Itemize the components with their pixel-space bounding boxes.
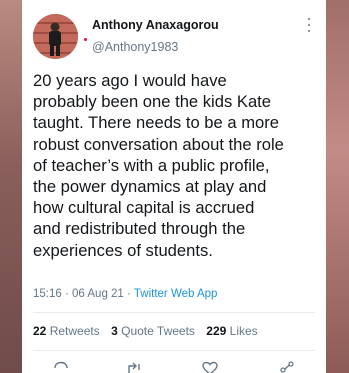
meta-separator: · — [64, 288, 69, 300]
meta-separator: · — [127, 288, 131, 300]
avatar[interactable] — [33, 14, 78, 59]
quotes-stat[interactable]: 3 Quote Tweets — [111, 324, 195, 338]
likes-label: Likes — [229, 324, 258, 338]
reply-icon[interactable] — [52, 361, 70, 373]
likes-stat[interactable]: 229 Likes — [206, 324, 257, 338]
tweet-date: 06 Aug 21 — [72, 288, 124, 300]
divider — [33, 350, 315, 351]
tweet-line: probably been one the kids Kate — [33, 92, 272, 112]
tweet-line: the power dynamics at play and — [33, 177, 267, 197]
likes-count: 229 — [206, 324, 227, 338]
tweet-line: of teacher’s with a public profile, — [33, 155, 270, 175]
tweet-source[interactable]: Twitter Web App — [134, 288, 218, 300]
quotes-label: Quote Tweets — [121, 324, 195, 338]
background-right — [326, 0, 349, 373]
tweet-text: 20 years ago I would have probably been … — [33, 70, 319, 261]
retweets-stat[interactable]: 22 Retweets — [33, 324, 100, 338]
background-left — [0, 0, 22, 373]
divider — [33, 312, 315, 313]
quotes-count: 3 — [111, 324, 118, 338]
more-vertical-icon[interactable] — [307, 17, 311, 33]
tweet-line: robust conversation about the role — [33, 134, 284, 154]
tweet-line: and redistributed through the — [33, 219, 246, 239]
tweet-card: Anthony Anaxagorou @Anthony1983 20 years… — [22, 0, 326, 373]
screenshot: Anthony Anaxagorou @Anthony1983 20 years… — [0, 0, 349, 373]
share-icon[interactable] — [278, 361, 296, 373]
retweet-icon[interactable] — [125, 361, 143, 373]
author-handle[interactable]: @Anthony1983 — [92, 40, 178, 54]
heart-icon[interactable] — [201, 361, 219, 373]
tweet-line: experiences of students. — [33, 240, 213, 260]
tweet-stats: 22 Retweets 3 Quote Tweets 229 Likes — [33, 324, 266, 338]
tweet-line: taught. There needs to be a more — [33, 113, 279, 133]
retweets-label: Retweets — [49, 324, 100, 338]
indicator-dot — [84, 38, 87, 41]
tweet-line: 20 years ago I would have — [33, 71, 227, 90]
retweets-count: 22 — [33, 324, 47, 338]
avatar-photo — [33, 14, 78, 59]
tweet-time: 15:16 — [33, 288, 62, 300]
author-name[interactable]: Anthony Anaxagorou — [92, 18, 219, 32]
tweet-line: how cultural capital is accrued — [33, 198, 255, 218]
tweet-meta: 15:16 · 06 Aug 21 · Twitter Web App — [33, 288, 217, 300]
